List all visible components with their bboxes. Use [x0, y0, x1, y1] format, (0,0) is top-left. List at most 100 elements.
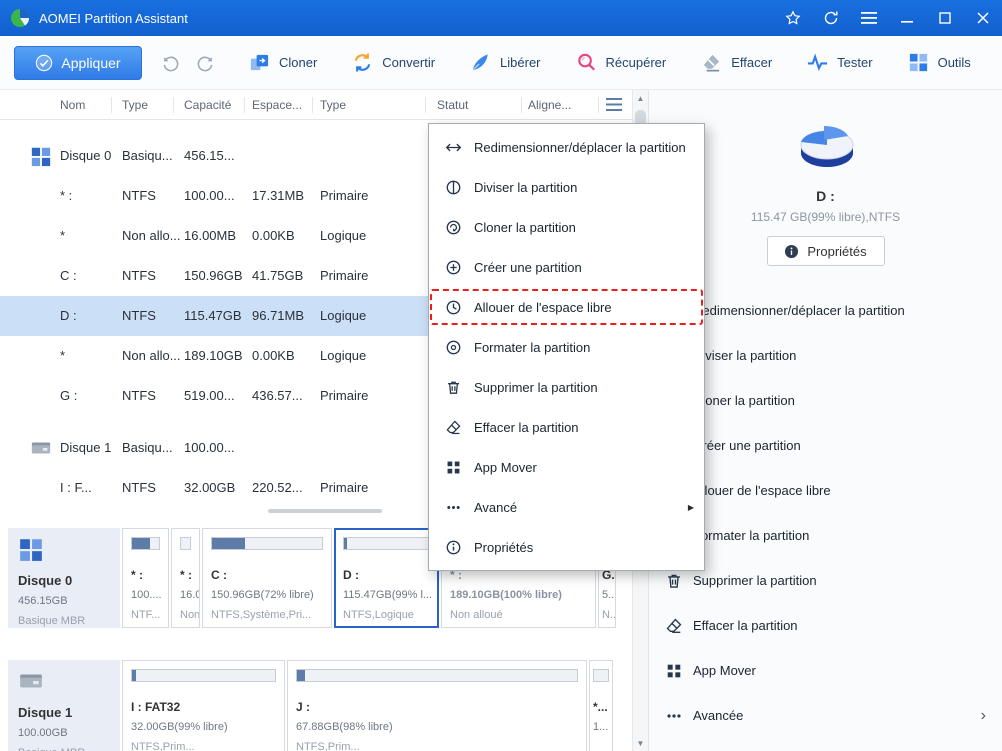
apply-label: Appliquer: [61, 55, 120, 71]
partition-size: 189.10GB(100% libre): [450, 585, 587, 605]
test-icon: [806, 51, 829, 74]
action-app-mover[interactable]: App Mover: [649, 648, 1002, 693]
toolbar-item-tester[interactable]: Tester: [806, 51, 872, 74]
column-settings-icon[interactable]: [606, 98, 622, 111]
format-icon: [445, 339, 462, 356]
close-icon[interactable]: [964, 0, 1002, 36]
apply-button[interactable]: Appliquer: [14, 46, 142, 80]
menu-item-properties[interactable]: Propriétés: [429, 527, 704, 567]
disk-block-disque0[interactable]: Disque 0 456.15GB Basique MBR: [8, 528, 120, 628]
cell-type: Non allo...: [122, 336, 184, 376]
disk-layout: Basique MBR: [18, 611, 110, 628]
menu-item-format[interactable]: Formater la partition: [429, 327, 704, 367]
menu-item-delete[interactable]: Supprimer la partition: [429, 367, 704, 407]
column-header-nom[interactable]: Nom: [60, 90, 85, 120]
menu-item-label: Cloner la partition: [474, 220, 576, 235]
cell-capacity: 519.00...: [184, 376, 250, 416]
cell-capacity: 100.00...: [184, 428, 250, 468]
column-header-capacite[interactable]: Capacité: [184, 90, 231, 120]
partition-label: D :: [343, 565, 430, 585]
menu-icon[interactable]: [850, 0, 888, 36]
cell-capacity: 456.15...: [184, 136, 250, 176]
cell-type: NTFS: [122, 468, 184, 508]
menu-item-label: Supprimer la partition: [474, 380, 598, 395]
cell-type: NTFS: [122, 376, 184, 416]
toolbar-item-recuperer[interactable]: Récupérer: [575, 51, 667, 74]
partition-block[interactable]: *... 1...: [589, 660, 613, 751]
eraser-icon: [665, 617, 683, 635]
partition-size: 32.00GB(99% libre): [131, 717, 276, 737]
clock-icon: [445, 299, 462, 316]
disk-size: 456.15GB: [18, 591, 110, 611]
toolbar-item-cloner[interactable]: Cloner: [248, 51, 317, 74]
properties-label: Propriétés: [807, 244, 866, 259]
partition-block-j[interactable]: J : 67.88GB(98% libre) NTFS,Prim...: [287, 660, 587, 751]
disk-block-disque1[interactable]: Disque 1 100.00GB Basique MBR: [8, 660, 120, 751]
window-title: AOMEI Partition Assistant: [39, 11, 188, 26]
menu-item-app-mover[interactable]: App Mover: [429, 447, 704, 487]
info-filled-icon: [784, 244, 799, 259]
toolbar-item-effacer[interactable]: Effacer: [700, 51, 772, 74]
toolbar-item-label: Libérer: [500, 55, 540, 70]
partition-block-c[interactable]: C : 150.96GB(72% libre) NTFS,Système,Pri…: [202, 528, 332, 628]
menu-item-advanced[interactable]: Avancé ▶: [429, 487, 704, 527]
partition-block-i[interactable]: I : FAT32 32.00GB(99% libre) NTFS,Prim..…: [122, 660, 285, 751]
cell-capacity: 100.00...: [184, 176, 250, 216]
partition-block[interactable]: * : 16.0... Non...: [171, 528, 200, 628]
minimize-icon[interactable]: [888, 0, 926, 36]
column-header-aligne[interactable]: Aligne...: [528, 90, 571, 120]
usage-fill: [344, 538, 347, 549]
cell-partition-type: Primaire: [320, 468, 424, 508]
partition-block-d-selected[interactable]: D : 115.47GB(99% l... NTFS,Logique: [334, 528, 439, 628]
partition-block[interactable]: * : 100.... NTF...: [122, 528, 169, 628]
horizontal-scroll-thumb[interactable]: [268, 509, 382, 513]
toolbar-item-convertir[interactable]: Convertir: [351, 51, 435, 74]
action-advanced[interactable]: Avancée ›: [649, 693, 1002, 738]
partition-label: J :: [296, 697, 578, 717]
cell-partition-type: Primaire: [320, 256, 424, 296]
action-label: Effacer la partition: [693, 618, 798, 633]
maximize-icon[interactable]: [926, 0, 964, 36]
menu-item-split[interactable]: Diviser la partition: [429, 167, 704, 207]
column-header-espace[interactable]: Espace...: [252, 90, 302, 120]
partition-fs: NTFS,Prim...: [296, 737, 578, 751]
menu-item-resize-move[interactable]: Redimensionner/déplacer la partition: [429, 127, 704, 167]
table-header: Nom Type Capacité Espace... Type Statut …: [0, 90, 632, 120]
scroll-down-arrow[interactable]: ▼: [633, 735, 648, 751]
toolbar-item-label: Convertir: [382, 55, 435, 70]
menu-item-label: Avancé: [474, 500, 517, 515]
column-header-type2[interactable]: Type: [320, 90, 346, 120]
menu-item-create[interactable]: Créer une partition: [429, 247, 704, 287]
menu-item-label: Effacer la partition: [474, 420, 579, 435]
cell-capacity: 115.47GB: [184, 296, 250, 336]
star-icon[interactable]: [774, 0, 812, 36]
dots-icon: [665, 707, 683, 725]
action-wipe[interactable]: Effacer la partition: [649, 603, 1002, 648]
partition-label: I : FAT32: [131, 697, 276, 717]
cell-free-space: 96.71MB: [252, 296, 318, 336]
properties-button[interactable]: Propriétés: [767, 236, 885, 266]
toolbar-item-liberer[interactable]: Libérer: [469, 51, 540, 74]
menu-item-clone[interactable]: Cloner la partition: [429, 207, 704, 247]
partition-size: 16.0...: [180, 585, 191, 605]
scroll-up-arrow[interactable]: ▲: [633, 90, 648, 106]
cell-name: I : F...: [60, 468, 120, 508]
toolbar-item-outils[interactable]: Outils: [907, 51, 971, 74]
check-circle-icon: [35, 54, 53, 72]
app-window: AOMEI Partition Assistant: [0, 0, 1002, 751]
wipe-icon: [700, 51, 723, 74]
undo-icon[interactable]: [162, 53, 181, 72]
disk-pie-chart: [790, 116, 862, 176]
column-separator: [173, 97, 174, 113]
menu-item-label: Créer une partition: [474, 260, 582, 275]
column-header-statut[interactable]: Statut: [437, 90, 468, 120]
info-icon: [445, 539, 462, 556]
redo-icon[interactable]: [195, 53, 214, 72]
partition-size: 100....: [131, 585, 160, 605]
menu-item-allocate-free-space[interactable]: Allouer de l'espace libre: [429, 287, 704, 327]
cell-partition-type: Logique: [320, 216, 424, 256]
menu-item-wipe[interactable]: Effacer la partition: [429, 407, 704, 447]
toolbar-item-label: Outils: [938, 55, 971, 70]
column-header-type[interactable]: Type: [122, 90, 148, 120]
sync-icon[interactable]: [812, 0, 850, 36]
